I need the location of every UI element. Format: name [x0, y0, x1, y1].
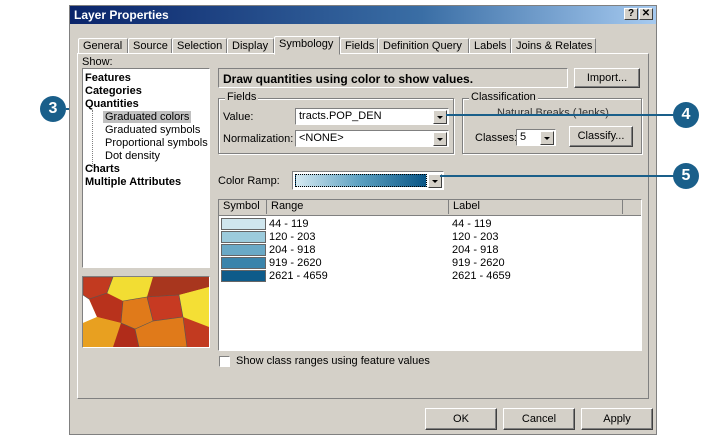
- tree-item-dot-density[interactable]: Dot density: [105, 150, 160, 162]
- show-label: Show:: [82, 56, 113, 68]
- tab-fields[interactable]: Fields: [340, 38, 378, 54]
- classification-method: Natural Breaks (Jenks): [497, 107, 609, 119]
- label-cell[interactable]: 204 - 918: [452, 244, 498, 256]
- table-row[interactable]: 2621 - 4659 2621 - 4659: [219, 270, 641, 283]
- classification-group: Classification Natural Breaks (Jenks) Cl…: [462, 91, 642, 154]
- fields-group: Fields Value: tracts.POP_DEN Normalizati…: [218, 91, 454, 154]
- header-label[interactable]: Label: [449, 200, 623, 214]
- normalization-label: Normalization:: [223, 133, 294, 145]
- tab-selection[interactable]: Selection: [172, 38, 227, 54]
- tab-definition-query[interactable]: Definition Query: [378, 38, 469, 54]
- tree-item-features[interactable]: Features: [85, 72, 131, 84]
- tab-symbology[interactable]: Symbology: [274, 36, 340, 55]
- value-label: Value:: [223, 111, 254, 123]
- tab-display[interactable]: Display: [227, 38, 274, 54]
- table-row[interactable]: 919 - 2620 919 - 2620: [219, 257, 641, 270]
- tab-labels[interactable]: Labels: [469, 38, 511, 54]
- color-ramp-gradient: [295, 174, 427, 187]
- symbol-table[interactable]: Symbol Range Label 44 - 119 44 - 119 120…: [218, 199, 642, 351]
- header-range[interactable]: Range: [267, 200, 449, 214]
- classes-select-text: 5: [520, 131, 527, 143]
- label-cell[interactable]: 44 - 119: [452, 218, 492, 230]
- tab-joins-relates[interactable]: Joins & Relates: [511, 38, 596, 54]
- range-cell[interactable]: 2621 - 4659: [269, 270, 328, 282]
- ok-button[interactable]: OK: [425, 408, 497, 430]
- tree-item-graduated-symbols[interactable]: Graduated symbols: [105, 124, 200, 136]
- symbology-heading: Draw quantities using color to show valu…: [223, 72, 474, 86]
- help-button[interactable]: ?: [624, 8, 638, 20]
- normalization-select-text: <NONE>: [299, 132, 344, 144]
- normalization-select[interactable]: <NONE>: [295, 130, 449, 147]
- close-button[interactable]: ✕: [639, 8, 653, 20]
- tree-item-quantities[interactable]: Quantities: [85, 98, 139, 110]
- symbology-panel: Show: Features Categories Quantities Gra…: [77, 53, 649, 399]
- dialog-title: Layer Properties: [74, 8, 169, 22]
- symbol-swatch[interactable]: [221, 244, 266, 256]
- show-class-ranges-checkbox[interactable]: [219, 356, 230, 367]
- classification-group-label: Classification: [469, 91, 538, 103]
- label-cell[interactable]: 919 - 2620: [452, 257, 505, 269]
- callout-3: 3: [40, 96, 66, 122]
- preview-map-image: [83, 277, 209, 347]
- value-select-text: tracts.POP_DEN: [299, 110, 382, 122]
- title-bar: Layer Properties ? ✕: [70, 6, 656, 24]
- preview-map: [82, 276, 210, 348]
- range-cell[interactable]: 44 - 119: [269, 218, 309, 230]
- tree-item-charts[interactable]: Charts: [85, 163, 120, 175]
- chevron-down-icon[interactable]: [433, 132, 447, 146]
- callout-5: 5: [673, 163, 699, 189]
- tree-item-graduated-colors[interactable]: Graduated colors: [103, 111, 192, 123]
- symbol-swatch[interactable]: [221, 270, 266, 282]
- tab-general[interactable]: General: [78, 38, 128, 54]
- import-button[interactable]: Import...: [574, 68, 640, 88]
- header-symbol[interactable]: Symbol: [219, 200, 267, 214]
- apply-button[interactable]: Apply: [581, 408, 653, 430]
- color-ramp-label: Color Ramp:: [218, 175, 280, 187]
- callout-4: 4: [673, 102, 699, 128]
- table-row[interactable]: 44 - 119 44 - 119: [219, 218, 641, 231]
- tab-source[interactable]: Source: [128, 38, 172, 54]
- chevron-down-icon[interactable]: [540, 131, 554, 145]
- label-cell[interactable]: 120 - 203: [452, 231, 498, 243]
- show-class-ranges-label[interactable]: Show class ranges using feature values: [236, 355, 430, 367]
- symbol-swatch[interactable]: [221, 257, 266, 269]
- range-cell[interactable]: 204 - 918: [269, 244, 315, 256]
- fields-group-label: Fields: [225, 91, 259, 103]
- table-header: Symbol Range Label: [219, 200, 641, 216]
- tree-item-categories[interactable]: Categories: [85, 85, 142, 97]
- callout-5-leader: [440, 175, 674, 177]
- classify-button[interactable]: Classify...: [569, 126, 633, 147]
- color-ramp-select[interactable]: [292, 171, 444, 190]
- classes-select[interactable]: 5: [516, 129, 556, 146]
- tree-item-proportional-symbols[interactable]: Proportional symbols: [105, 137, 208, 149]
- range-cell[interactable]: 919 - 2620: [269, 257, 322, 269]
- table-row[interactable]: 120 - 203 120 - 203: [219, 231, 641, 244]
- heading-box: Draw quantities using color to show valu…: [218, 68, 568, 88]
- range-cell[interactable]: 120 - 203: [269, 231, 315, 243]
- cancel-button[interactable]: Cancel: [503, 408, 575, 430]
- label-cell[interactable]: 2621 - 4659: [452, 270, 511, 282]
- table-row[interactable]: 204 - 918 204 - 918: [219, 244, 641, 257]
- classes-label: Classes:: [475, 132, 518, 144]
- show-tree[interactable]: Features Categories Quantities Graduated…: [82, 68, 210, 268]
- layer-properties-dialog: Layer Properties ? ✕ General Source Sele…: [69, 5, 657, 435]
- value-select[interactable]: tracts.POP_DEN: [295, 108, 449, 125]
- chevron-down-icon[interactable]: [433, 110, 447, 124]
- tree-line: [92, 110, 94, 168]
- callout-4-leader: [446, 114, 674, 116]
- symbol-swatch[interactable]: [221, 231, 266, 243]
- symbol-swatch[interactable]: [221, 218, 266, 230]
- tree-item-multiple-attributes[interactable]: Multiple Attributes: [85, 176, 181, 188]
